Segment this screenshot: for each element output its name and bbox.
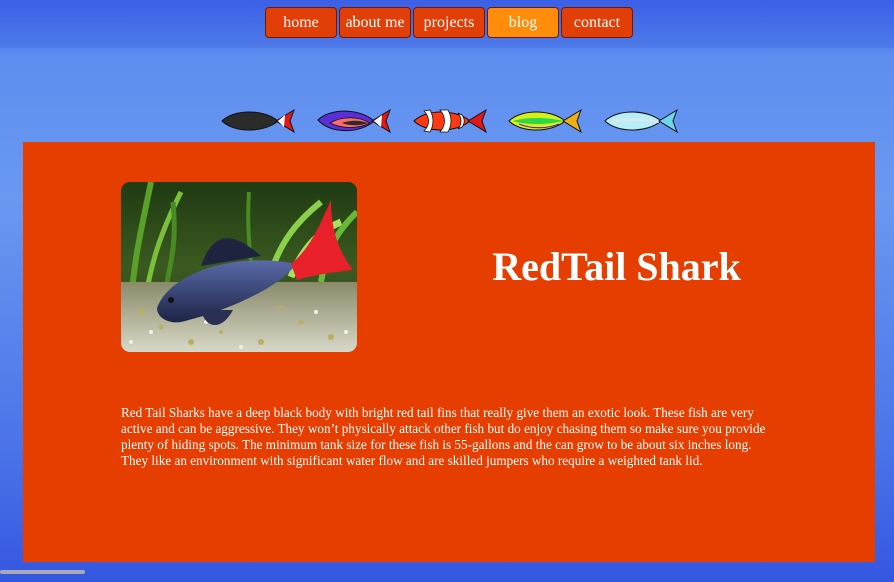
clownfish-icon — [413, 108, 487, 134]
nav-projects[interactable]: projects — [413, 7, 485, 38]
black-fish-icon — [221, 108, 295, 134]
article-title: RedTail Shark — [492, 244, 741, 289]
fish-icon-row — [220, 107, 680, 135]
nav-contact[interactable]: contact — [561, 7, 633, 38]
article-panel: RedTail Shark Red Tail Sharks have a dee… — [23, 142, 875, 562]
main-nav: home about me projects blog contact — [265, 7, 633, 38]
nav-home[interactable]: home — [265, 7, 337, 38]
article-description: Red Tail Sharks have a deep black body w… — [121, 405, 766, 468]
horizontal-scrollbar[interactable] — [0, 570, 85, 574]
nav-blog[interactable]: blog — [487, 7, 559, 38]
purple-fish-icon — [317, 108, 391, 134]
nav-about-me[interactable]: about me — [339, 7, 411, 38]
light-blue-fish-icon — [604, 108, 678, 134]
red-tail-shark-photo — [121, 182, 357, 352]
green-yellow-fish-icon — [508, 108, 582, 134]
